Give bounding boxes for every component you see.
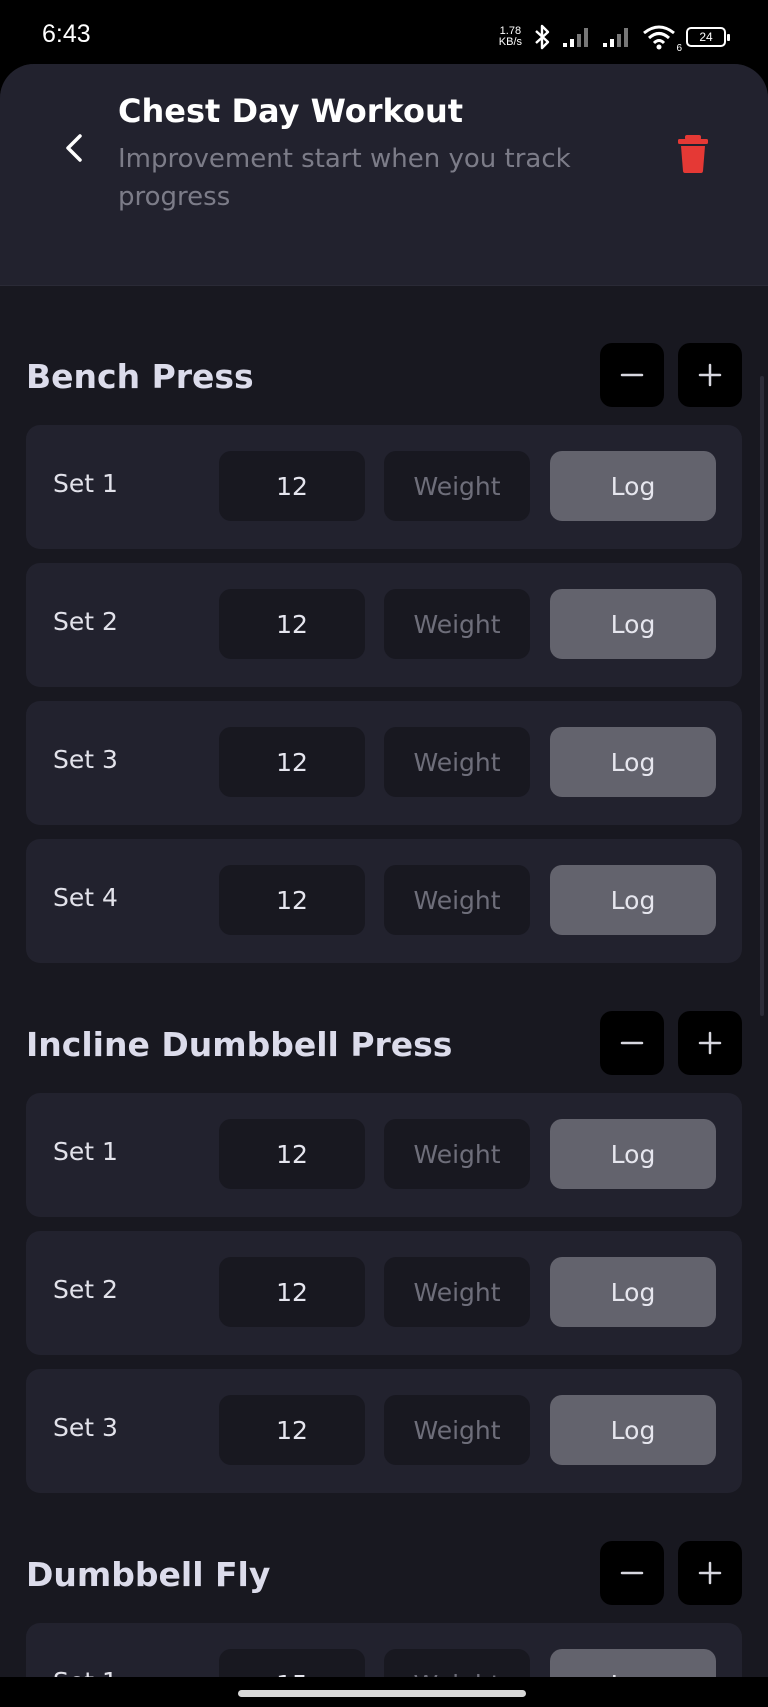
reps-input[interactable]: 12 [219,1119,365,1189]
log-button[interactable]: Log [550,1257,716,1327]
status-bar: 6:43 1.78 KB/s 6 24 [0,0,768,72]
app-screen: Chest Day Workout Improvement start when… [0,64,768,1707]
weight-input[interactable]: Weight [384,1395,530,1465]
reps-input[interactable]: 12 [219,1395,365,1465]
set-row: Set 2 12 Weight Log [26,1231,742,1355]
signal-icon [603,28,628,47]
network-speed: 1.78 KB/s [498,25,522,48]
page-subtitle: Improvement start when you track progres… [118,144,571,212]
log-button[interactable]: Log [550,589,716,659]
set-row: Set 3 12 Weight Log [26,1369,742,1493]
add-set-button[interactable] [678,1011,742,1075]
exercise-header: Incline Dumbbell Press [26,1011,742,1079]
remove-set-button[interactable] [600,343,664,407]
page-title: Chest Day Workout [118,92,464,130]
weight-input[interactable]: Weight [384,589,530,659]
remove-set-button[interactable] [600,1541,664,1605]
set-label: Set 1 [53,1137,118,1166]
exercise-name: Bench Press [26,357,254,396]
exercise-header: Dumbbell Fly [26,1541,742,1609]
workout-header: Chest Day Workout Improvement start when… [0,64,768,286]
exercise-name: Incline Dumbbell Press [26,1025,453,1064]
exercise-block: Bench Press Set 1 12 Weight Log Set 2 12 Weight… [26,343,742,963]
plus-icon [698,1561,722,1585]
log-button[interactable]: Log [550,1395,716,1465]
set-row: Set 4 12 Weight Log [26,839,742,963]
set-label: Set 2 [53,607,118,636]
exercise-block: Incline Dumbbell Press Set 1 12 Weight Log Se… [26,1011,742,1493]
signal-icon [563,28,588,47]
reps-input[interactable]: 12 [219,727,365,797]
chevron-left-icon[interactable] [56,128,96,168]
set-label: Set 4 [53,883,118,912]
wifi-icon: 6 [642,24,682,54]
status-icons: 1.78 KB/s 6 24 [498,22,730,54]
status-time: 6:43 [42,20,91,48]
minus-icon [620,1571,644,1575]
exercise-header: Bench Press [26,343,742,411]
reps-input[interactable]: 12 [219,451,365,521]
set-label: Set 3 [53,745,118,774]
weight-input[interactable]: Weight [384,451,530,521]
scrollbar[interactable] [760,376,764,1016]
log-button[interactable]: Log [550,1119,716,1189]
weight-input[interactable]: Weight [384,1119,530,1189]
log-button[interactable]: Log [550,865,716,935]
plus-icon [698,1031,722,1055]
log-button[interactable]: Log [550,727,716,797]
set-row: Set 1 12 Weight Log [26,1093,742,1217]
add-set-button[interactable] [678,1541,742,1605]
plus-icon [698,363,722,387]
reps-input[interactable]: 12 [219,865,365,935]
exercise-list[interactable]: Bench Press Set 1 12 Weight Log Set 2 12 Weight… [0,286,768,1707]
add-set-button[interactable] [678,343,742,407]
set-row: Set 2 12 Weight Log [26,563,742,687]
set-label: Set 2 [53,1275,118,1304]
home-indicator[interactable] [238,1690,526,1697]
remove-set-button[interactable] [600,1011,664,1075]
set-row: Set 3 12 Weight Log [26,701,742,825]
set-label: Set 1 [53,469,118,498]
reps-input[interactable]: 12 [219,1257,365,1327]
reps-input[interactable]: 12 [219,589,365,659]
exercise-name: Dumbbell Fly [26,1555,271,1594]
minus-icon [620,1041,644,1045]
minus-icon [620,373,644,377]
weight-input[interactable]: Weight [384,727,530,797]
bluetooth-icon [535,24,550,50]
log-button[interactable]: Log [550,451,716,521]
battery-icon: 24 [686,27,730,47]
weight-input[interactable]: Weight [384,1257,530,1327]
weight-input[interactable]: Weight [384,865,530,935]
trash-icon[interactable] [676,134,710,174]
set-label: Set 3 [53,1413,118,1442]
set-row: Set 1 12 Weight Log [26,425,742,549]
